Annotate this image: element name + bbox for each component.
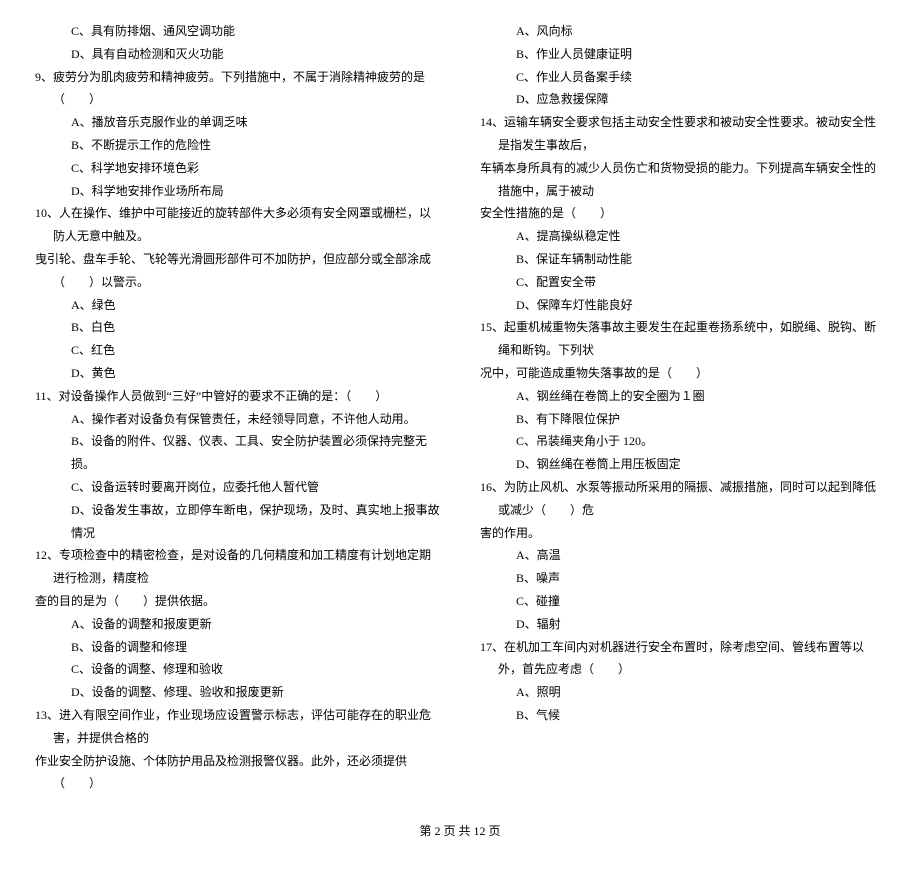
q16-line2: 害的作用。 (498, 522, 885, 545)
q17-option-b: B、气候 (480, 704, 885, 727)
q15-option-d: D、钢丝绳在卷筒上用压板固定 (480, 453, 885, 476)
q15-line1: 15、起重机械重物失落事故主要发生在起重卷扬系统中，如脱绳、脱钩、断绳和断钩。下… (498, 316, 885, 362)
q10-option-c: C、红色 (35, 339, 440, 362)
q13-line2: 作业安全防护设施、个体防护用品及检测报警仪器。此外，还必须提供（ ） (53, 750, 440, 796)
q10-line2: 曳引轮、盘车手轮、飞轮等光滑圆形部件可不加防护，但应部分或全部涂成（ ）以警示。 (53, 248, 440, 294)
q11-option-b: B、设备的附件、仪器、仪表、工具、安全防护装置必须保持完整无损。 (35, 430, 440, 476)
q14-line3: 安全性措施的是（ ） (498, 202, 885, 225)
q14-line1: 14、运输车辆安全要求包括主动安全性要求和被动安全性要求。被动安全性是指发生事故… (498, 111, 885, 157)
q15-option-b: B、有下降限位保护 (480, 408, 885, 431)
page-columns: C、具有防排烟、通风空调功能 D、具有自动检测和灭火功能 9、疲劳分为肌肉疲劳和… (35, 20, 885, 795)
q13-option-c: C、作业人员备案手续 (480, 66, 885, 89)
q9-option-d: D、科学地安排作业场所布局 (35, 180, 440, 203)
q17-option-a: A、照明 (480, 681, 885, 704)
q16-option-d: D、辐射 (480, 613, 885, 636)
q13-option-b: B、作业人员健康证明 (480, 43, 885, 66)
right-column: A、风向标 B、作业人员健康证明 C、作业人员备案手续 D、应急救援保障 14、… (480, 20, 885, 795)
q9-option-c: C、科学地安排环境色彩 (35, 157, 440, 180)
q11: 11、对设备操作人员做到“三好”中管好的要求不正确的是：（ ） (53, 385, 440, 408)
q14-option-b: B、保证车辆制动性能 (480, 248, 885, 271)
q16-option-c: C、碰撞 (480, 590, 885, 613)
q13-option-a: A、风向标 (480, 20, 885, 43)
q14-option-c: C、配置安全带 (480, 271, 885, 294)
q15-option-a: A、钢丝绳在卷筒上的安全圈为１圈 (480, 385, 885, 408)
q12-line2: 查的目的是为（ ）提供依据。 (53, 590, 440, 613)
q9-option-a: A、播放音乐克服作业的单调乏味 (35, 111, 440, 134)
q16-option-a: A、高温 (480, 544, 885, 567)
q10-option-b: B、白色 (35, 316, 440, 339)
q13-line1: 13、进入有限空间作业，作业现场应设置警示标志，评估可能存在的职业危害，并提供合… (53, 704, 440, 750)
q8-option-d: D、具有自动检测和灭火功能 (35, 43, 440, 66)
q14-line2: 车辆本身所具有的减少人员伤亡和货物受损的能力。下列提高车辆安全性的措施中，属于被… (498, 157, 885, 203)
q9-option-b: B、不断提示工作的危险性 (35, 134, 440, 157)
q12-option-d: D、设备的调整、修理、验收和报废更新 (35, 681, 440, 704)
q16-option-b: B、噪声 (480, 567, 885, 590)
q12-option-c: C、设备的调整、修理和验收 (35, 658, 440, 681)
q13-option-d: D、应急救援保障 (480, 88, 885, 111)
page-footer: 第 2 页 共 12 页 (35, 820, 885, 843)
q17: 17、在机加工车间内对机器进行安全布置时，除考虑空间、管线布置等以外，首先应考虑… (498, 636, 885, 682)
q14-option-d: D、保障车灯性能良好 (480, 294, 885, 317)
q12-line1: 12、专项检查中的精密检查，是对设备的几何精度和加工精度有计划地定期进行检测，精… (53, 544, 440, 590)
q12-option-a: A、设备的调整和报废更新 (35, 613, 440, 636)
q14-option-a: A、提高操纵稳定性 (480, 225, 885, 248)
q15-line2: 况中，可能造成重物失落事故的是（ ） (498, 362, 885, 385)
q10-option-d: D、黄色 (35, 362, 440, 385)
q15-option-c: C、吊装绳夹角小于 120。 (480, 430, 885, 453)
q10-line1: 10、人在操作、维护中可能接近的旋转部件大多必须有安全网罩或栅栏，以防人无意中触… (53, 202, 440, 248)
q9: 9、疲劳分为肌肉疲劳和精神疲劳。下列措施中，不属于消除精神疲劳的是（ ） (53, 66, 440, 112)
q11-option-a: A、操作者对设备负有保管责任，未经领导同意，不许他人动用。 (35, 408, 440, 431)
q12-option-b: B、设备的调整和修理 (35, 636, 440, 659)
left-column: C、具有防排烟、通风空调功能 D、具有自动检测和灭火功能 9、疲劳分为肌肉疲劳和… (35, 20, 440, 795)
q10-option-a: A、绿色 (35, 294, 440, 317)
q8-option-c: C、具有防排烟、通风空调功能 (35, 20, 440, 43)
q11-option-c: C、设备运转时要离开岗位，应委托他人暂代管 (35, 476, 440, 499)
q16-line1: 16、为防止风机、水泵等振动所采用的隔振、减振措施，同时可以起到降低或减少（ ）… (498, 476, 885, 522)
q11-option-d: D、设备发生事故，立即停车断电，保护现场，及时、真实地上报事故情况 (35, 499, 440, 545)
